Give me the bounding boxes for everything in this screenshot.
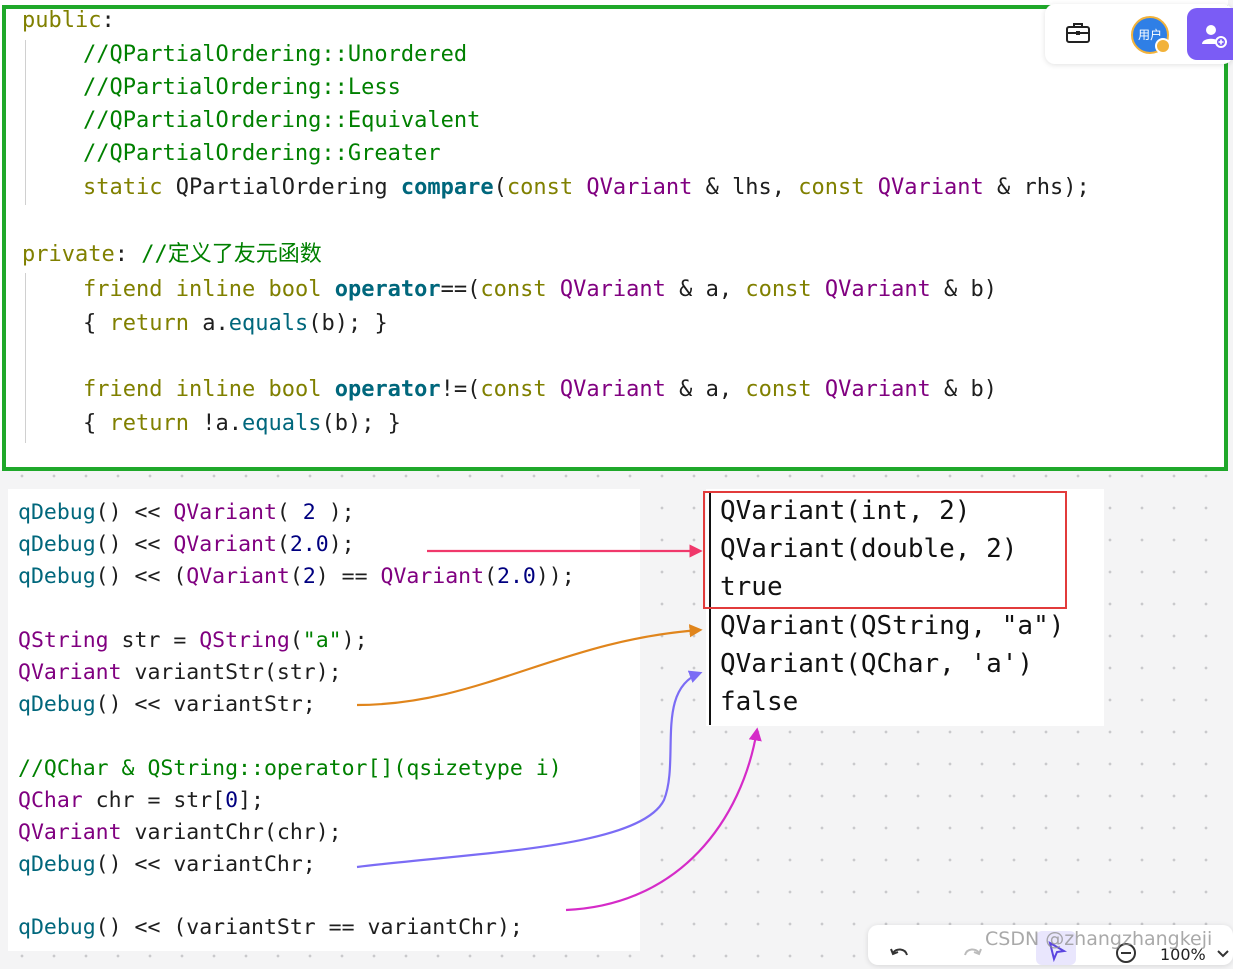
undo-icon[interactable] xyxy=(888,943,912,965)
invite-collaborator-button[interactable] xyxy=(1187,8,1233,60)
arrow-to-false-output xyxy=(565,727,762,912)
avatar-status-badge xyxy=(1155,38,1171,54)
user-avatar[interactable]: 用户 xyxy=(1131,16,1171,54)
arrow-to-qstring-output xyxy=(356,624,703,707)
top-toolbar: 用户 xyxy=(1045,4,1233,64)
briefcase-icon[interactable] xyxy=(1065,21,1091,49)
watermark: CSDN @zhangzhangkeji xyxy=(985,928,1213,950)
redo-icon[interactable] xyxy=(960,943,984,965)
chevron-down-icon[interactable] xyxy=(1216,949,1230,959)
annotation-arrows xyxy=(356,544,762,912)
add-user-icon xyxy=(1202,25,1227,48)
